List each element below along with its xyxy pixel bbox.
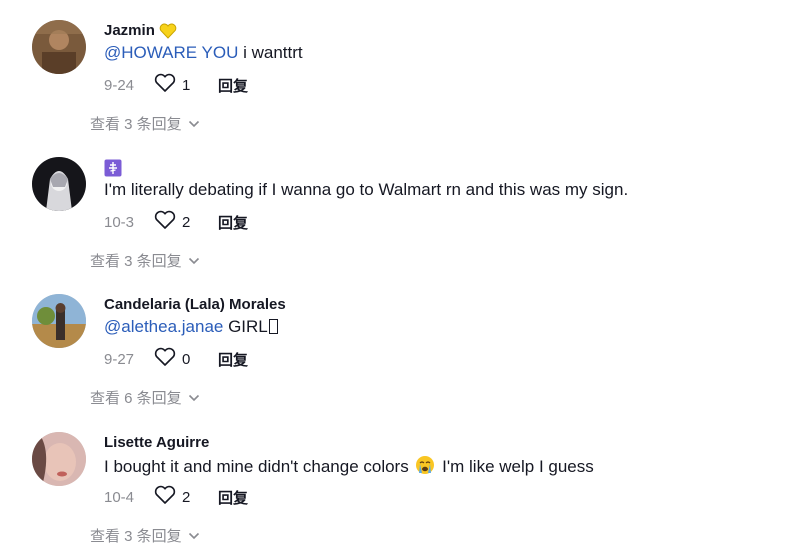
chevron-down-icon [188, 532, 199, 539]
like-button[interactable]: 0 [154, 347, 202, 372]
comment-meta: 10-3 2 回复 [104, 210, 248, 235]
comment-date: 9-24 [104, 76, 135, 94]
like-button[interactable]: 2 [154, 210, 202, 235]
avatar[interactable] [32, 432, 86, 486]
view-replies-label[interactable]: 查看 6 条回复 [90, 387, 182, 408]
heart-outline-icon[interactable] [154, 210, 176, 235]
chevron-down-icon [188, 394, 199, 401]
comment-item: Candelaria (Lala) Morales @alethea.janae… [0, 294, 800, 414]
missing-glyph-icon [268, 319, 278, 334]
comment-body: i wanttrt [238, 43, 303, 62]
avatar[interactable] [32, 157, 86, 211]
username-text[interactable]: Lisette Aguirre [104, 434, 209, 451]
heart-outline-icon[interactable] [154, 485, 176, 510]
comment-meta: 9-24 1 回复 [104, 73, 248, 98]
view-replies-label[interactable]: 查看 3 条回复 [90, 250, 182, 271]
reply-button[interactable]: 回复 [218, 75, 248, 96]
username-text[interactable]: Candelaria (Lala) Morales [104, 296, 286, 313]
view-replies-label[interactable]: 查看 3 条回复 [90, 525, 182, 546]
reply-button[interactable]: 回复 [218, 349, 248, 370]
chevron-down-icon [188, 120, 199, 127]
comment-username[interactable]: Lisette Aguirre [104, 434, 209, 451]
comment-text: @alethea.janae GIRL [104, 317, 278, 337]
comment-text: @HOWARE YOU i wanttrt [104, 43, 303, 63]
like-button[interactable]: 2 [154, 485, 202, 510]
chevron-down-icon [188, 257, 199, 264]
like-count: 0 [182, 350, 191, 368]
comment-date: 10-4 [104, 488, 135, 506]
view-replies-button[interactable]: 查看 3 条回复 [90, 250, 200, 271]
comment-meta: 9-27 0 回复 [104, 347, 248, 372]
comment-date: 9-27 [104, 350, 135, 368]
comment-text: I'm literally debating if I wanna go to … [104, 180, 628, 200]
comment-body: GIRL [223, 317, 268, 336]
view-replies-button[interactable]: 查看 3 条回复 [90, 525, 200, 546]
comment-meta: 10-4 2 回复 [104, 485, 248, 510]
view-replies-label[interactable]: 查看 3 条回复 [90, 113, 182, 134]
username-text[interactable]: Jazmin [104, 22, 155, 39]
like-count: 1 [182, 76, 191, 94]
orthodox-cross-icon [104, 159, 122, 177]
like-button[interactable]: 1 [154, 73, 202, 98]
mention-link[interactable]: @alethea.janae [104, 317, 223, 336]
avatar[interactable] [32, 294, 86, 348]
yellow-heart-icon [159, 23, 177, 39]
comment-username[interactable]: Candelaria (Lala) Morales [104, 296, 286, 313]
crying-face-icon [415, 455, 435, 475]
comment-item: I'm literally debating if I wanna go to … [0, 157, 800, 277]
comment-body: I'm literally debating if I wanna go to … [104, 180, 629, 199]
avatar[interactable] [32, 20, 86, 74]
comment-text: I bought it and mine didn't change color… [104, 455, 594, 477]
comment-body-continued: I'm like welp I guess [437, 457, 594, 476]
like-count: 2 [182, 213, 191, 231]
view-replies-button[interactable]: 查看 6 条回复 [90, 387, 200, 408]
comment-body: I bought it and mine didn't change color… [104, 457, 414, 476]
comment-username[interactable] [104, 159, 122, 177]
heart-outline-icon[interactable] [154, 73, 176, 98]
heart-outline-icon[interactable] [154, 347, 176, 372]
reply-button[interactable]: 回复 [218, 487, 248, 508]
reply-button[interactable]: 回复 [218, 212, 248, 233]
comment-date: 10-3 [104, 213, 135, 231]
comment-item: Jazmin @HOWARE YOU i wanttrt 9-24 1 回复 查… [0, 20, 800, 140]
mention-link[interactable]: @HOWARE YOU [104, 43, 238, 62]
comment-username[interactable]: Jazmin [104, 22, 177, 39]
view-replies-button[interactable]: 查看 3 条回复 [90, 113, 200, 134]
comment-item: Lisette Aguirre I bought it and mine did… [0, 432, 800, 552]
like-count: 2 [182, 488, 191, 506]
